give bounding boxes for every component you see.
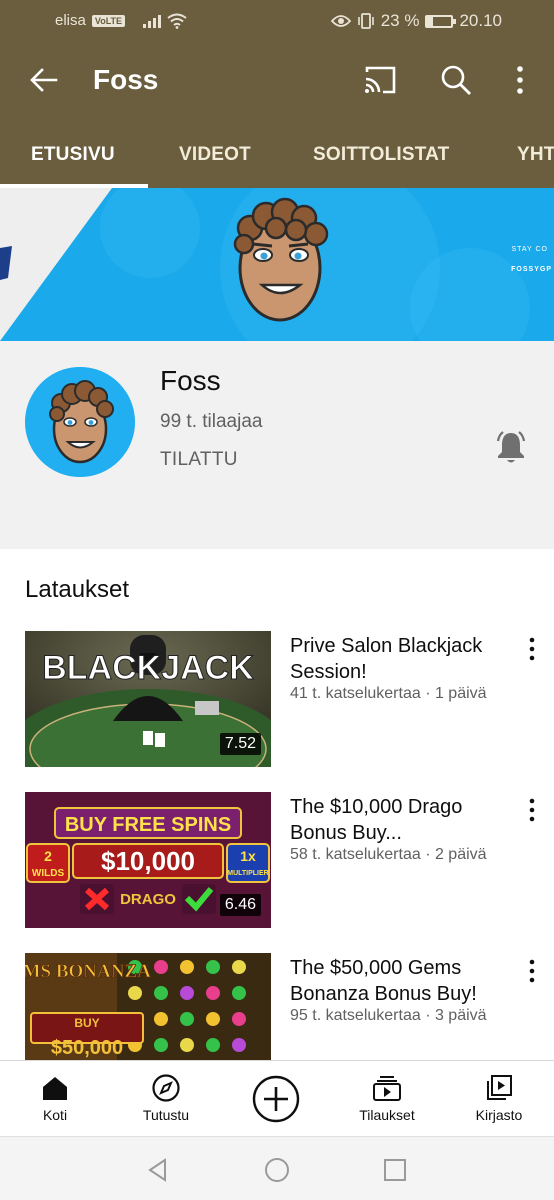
channel-tabs: ETUSIVU VIDEOT SOITTOLISTAT YHT <box>0 120 554 188</box>
eye-comfort-icon <box>330 15 351 27</box>
thumb-amount: $10,000 <box>101 846 195 876</box>
tab-etusivu[interactable]: ETUSIVU <box>31 144 115 166</box>
volte-badge: VoLTE <box>91 14 126 27</box>
system-navigation-bar <box>0 1136 554 1200</box>
video-thumbnail[interactable]: BLACKJACK 7.52 <box>25 631 271 767</box>
recents-square-icon[interactable] <box>382 1157 408 1183</box>
tab-yhteisö[interactable]: YHT <box>517 144 554 166</box>
thumb-title: BLACKJACK <box>42 649 254 687</box>
avatar[interactable] <box>25 367 135 477</box>
notification-bell-icon[interactable] <box>493 429 529 465</box>
subscriber-count: 99 t. tilaajaa <box>160 411 263 432</box>
search-icon[interactable] <box>438 62 474 98</box>
more-vert-icon[interactable] <box>520 796 544 824</box>
bottom-navigation: Koti Tutustu Tilaukset Kirjasto <box>0 1060 554 1136</box>
nav-library[interactable]: Kirjasto <box>462 1061 536 1137</box>
banner-tagline: STAY CO <box>511 246 548 253</box>
wifi-icon <box>167 13 187 29</box>
back-triangle-icon[interactable] <box>145 1157 171 1183</box>
channel-banner: STAY CO FOSSYGP <box>0 188 554 341</box>
channel-header: Foss 99 t. tilaajaa TILATTU <box>0 341 554 549</box>
nav-label: Tilaukset <box>359 1107 415 1123</box>
page-title: Foss <box>93 64 159 95</box>
uploads-heading: Lataukset <box>25 576 130 603</box>
subscriptions-icon <box>373 1076 401 1101</box>
svg-text:MULTIPLIER: MULTIPLIER <box>227 870 268 877</box>
app-bar: Foss <box>0 42 554 120</box>
nav-explore[interactable]: Tutustu <box>130 1061 202 1137</box>
video-meta: 58 t. katselukertaa · 2 päivä <box>290 846 487 863</box>
carrier-name: elisa <box>55 12 86 29</box>
banner-artwork <box>0 188 554 341</box>
gems-bonanza-thumbnail-art: GEMS BONANZA BUY $50,000 <box>25 953 271 1060</box>
video-meta: 41 t. katselukertaa · 1 päivä <box>290 685 487 702</box>
video-title[interactable]: Prive Salon Blackjack Session! <box>290 633 510 685</box>
battery-icon <box>425 14 457 28</box>
svg-text:WILDS: WILDS <box>32 868 65 879</box>
nav-label: Tutustu <box>142 1107 190 1123</box>
more-vert-icon[interactable] <box>506 62 534 98</box>
battery-percent: 23 % <box>380 11 420 30</box>
more-vert-icon[interactable] <box>520 635 544 663</box>
video-duration: 6.46 <box>219 894 261 916</box>
thumb-logo: DRAGO <box>120 891 176 908</box>
create-icon[interactable] <box>251 1074 301 1124</box>
nav-label: Koti <box>42 1107 68 1123</box>
video-title[interactable]: The $10,000 Drago Bonus Buy... <box>290 794 510 846</box>
tab-soittolistat[interactable]: SOITTOLISTAT <box>313 144 449 166</box>
thumb-title: GEMS BONANZA <box>25 961 151 982</box>
video-duration: 7.52 <box>219 733 261 755</box>
home-circle-icon[interactable] <box>264 1157 290 1183</box>
video-item[interactable]: GEMS BONANZA BUY $50,000 The $50,000 Gem… <box>0 953 554 1060</box>
thumb-buy: BUY <box>74 1016 99 1030</box>
video-meta: 95 t. katselukertaa · 3 päivä <box>290 1007 487 1024</box>
home-icon <box>43 1077 67 1100</box>
nav-home[interactable]: Koti <box>20 1061 90 1137</box>
signal-icon <box>143 14 162 28</box>
thumb-title: BUY FREE SPINS <box>65 814 231 836</box>
vibrate-icon <box>357 13 374 29</box>
video-item[interactable]: BUY FREE SPINS $10,000 2 WILDS 1x MULTIP… <box>0 792 554 932</box>
nav-subscriptions[interactable]: Tilaukset <box>346 1061 428 1137</box>
clock: 20.10 <box>459 11 502 30</box>
svg-text:2: 2 <box>44 848 52 864</box>
status-bar: elisa VoLTE 23 % 20.10 <box>0 0 554 42</box>
svg-text:1x: 1x <box>240 848 256 864</box>
nav-label: Kirjasto <box>475 1107 523 1123</box>
video-title[interactable]: The $50,000 Gems Bonanza Bonus Buy! <box>290 955 510 1007</box>
more-vert-icon[interactable] <box>520 957 544 985</box>
channel-name: Foss <box>160 365 221 396</box>
explore-icon <box>152 1074 180 1102</box>
subscribed-button[interactable]: TILATTU <box>160 449 238 471</box>
video-thumbnail[interactable]: GEMS BONANZA BUY $50,000 <box>25 953 271 1060</box>
banner-handle: FOSSYGP <box>511 266 552 273</box>
library-icon <box>487 1075 512 1100</box>
video-item[interactable]: BLACKJACK 7.52 Prive Salon Blackjack Ses… <box>0 631 554 771</box>
video-thumbnail[interactable]: BUY FREE SPINS $10,000 2 WILDS 1x MULTIP… <box>25 792 271 928</box>
arrow-back-icon[interactable] <box>26 62 62 98</box>
tab-videot[interactable]: VIDEOT <box>179 144 251 166</box>
avatar-face-icon <box>25 367 135 477</box>
cast-icon[interactable] <box>362 64 398 98</box>
thumb-amount: $50,000 <box>51 1037 123 1059</box>
